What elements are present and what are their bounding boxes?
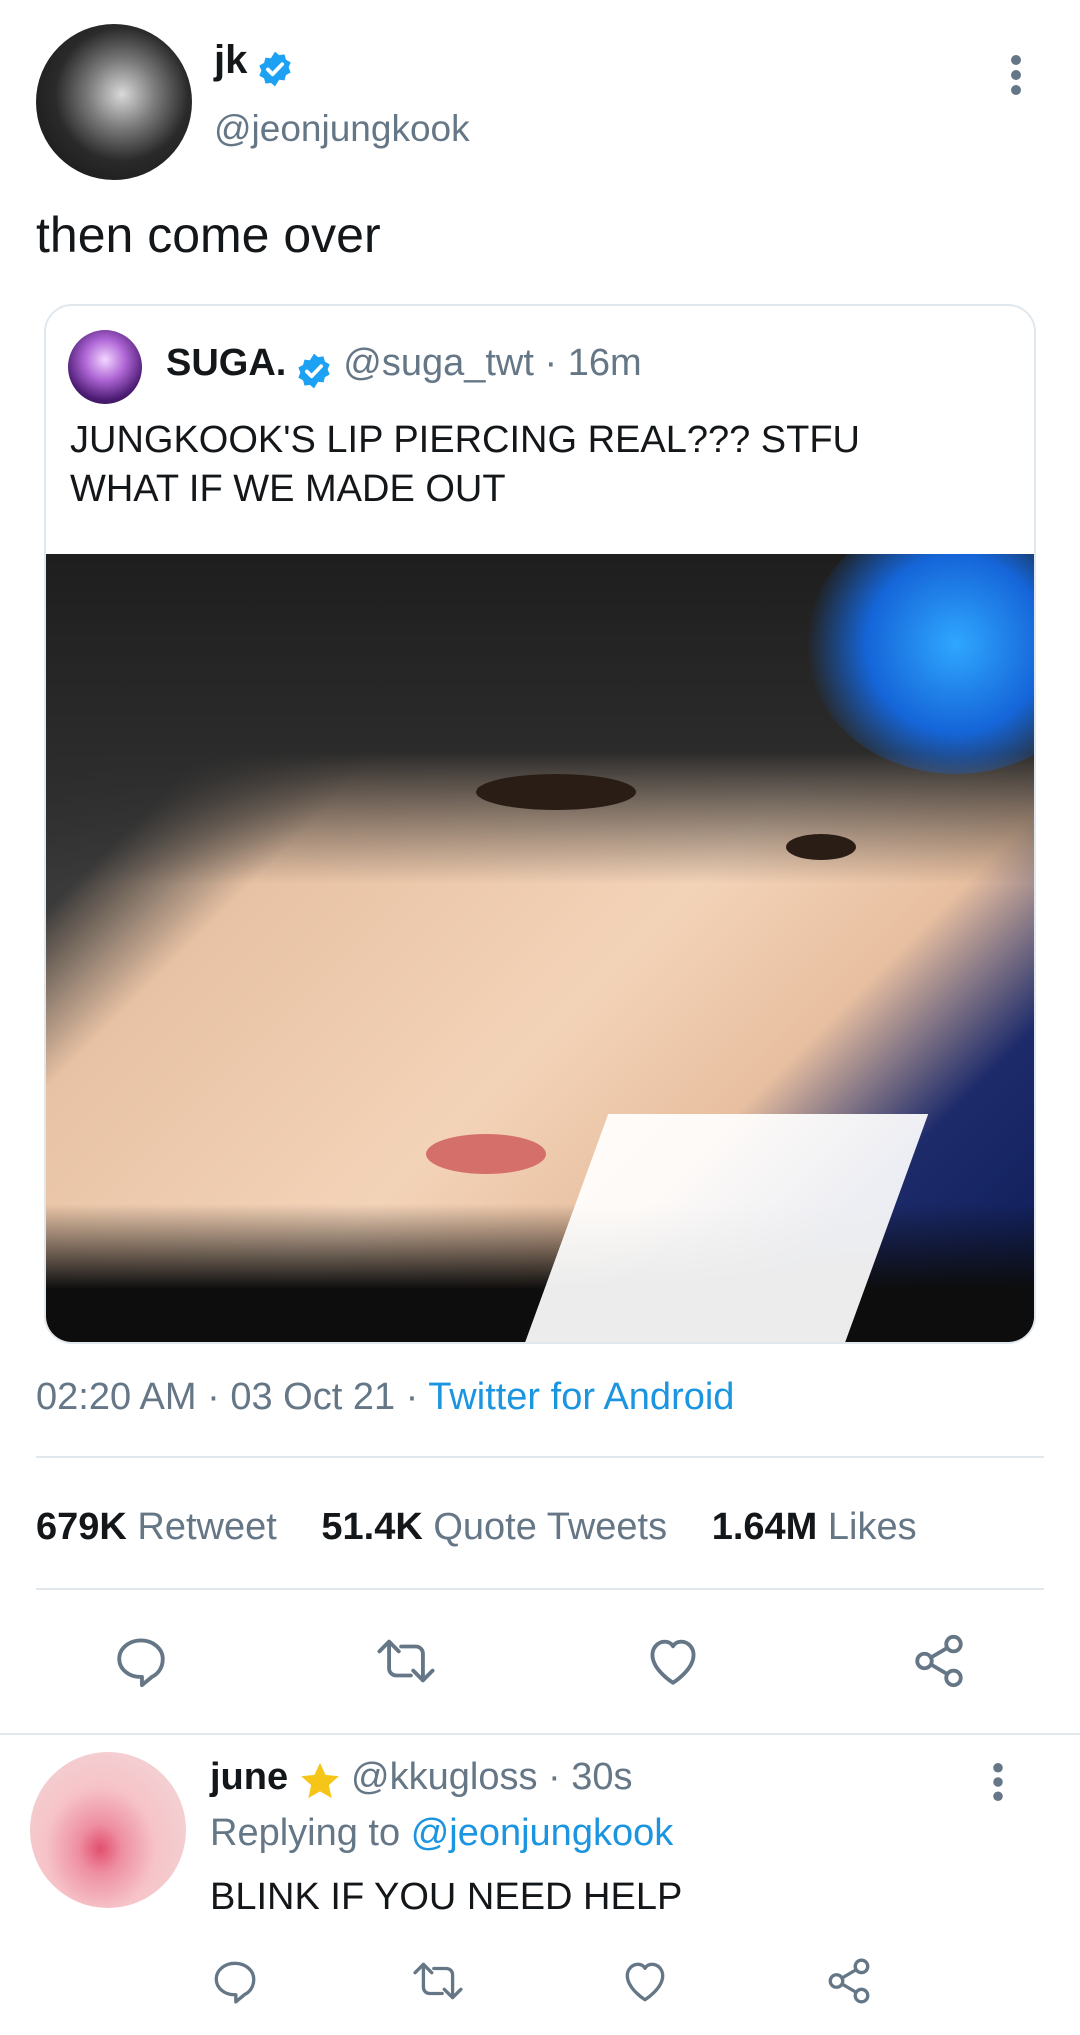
like-icon[interactable]: [644, 1632, 702, 1690]
reply-author-avatar[interactable]: [30, 1752, 186, 1908]
quoted-author-avatar[interactable]: [68, 330, 142, 404]
tweet-timestamp: 02:20 AM · 03 Oct 21 ·: [36, 1376, 419, 1418]
author-name-row[interactable]: jk: [214, 38, 294, 88]
author-avatar[interactable]: [36, 24, 192, 180]
like-icon[interactable]: [620, 1956, 670, 2006]
replying-to-line: Replying to @jeonjungkook: [210, 1812, 673, 1855]
retweets-stat[interactable]: 679K Retweet: [36, 1506, 277, 1548]
quotes-stat[interactable]: 51.4K Quote Tweets: [321, 1506, 667, 1548]
quoted-text: JUNGKOOK'S LIP PIERCING REAL??? STFU WHA…: [70, 416, 860, 514]
share-icon[interactable]: [824, 1956, 874, 2006]
tweet-source-link[interactable]: Twitter for Android: [428, 1376, 734, 1418]
verified-icon: [256, 50, 294, 88]
star-icon: [297, 1759, 343, 1810]
stats-row: 679K Retweet 51.4K Quote Tweets 1.64M Li…: [36, 1506, 917, 1549]
retweet-icon[interactable]: [374, 1632, 438, 1690]
verified-icon: [295, 352, 333, 390]
likes-stat[interactable]: 1.64M Likes: [712, 1506, 917, 1548]
divider: [36, 1456, 1044, 1458]
replying-to-prefix: Replying to: [210, 1812, 401, 1854]
quoted-author-row: SUGA. @suga_twt · 16m: [166, 342, 642, 390]
reply-icon[interactable]: [112, 1632, 170, 1690]
quoted-text-line-1: JUNGKOOK'S LIP PIERCING REAL??? STFU: [70, 419, 861, 461]
divider: [0, 1733, 1080, 1735]
quoted-author-handle: @suga_twt · 16m: [343, 342, 642, 384]
reply-header: june @kkugloss · 30s: [210, 1756, 633, 1810]
replying-to-link[interactable]: @jeonjungkook: [411, 1812, 674, 1854]
quoted-tweet-card[interactable]: SUGA. @suga_twt · 16m JUNGKOOK'S LIP PIE…: [44, 304, 1036, 1344]
quoted-author-name: SUGA.: [166, 342, 287, 384]
reply-author-handle[interactable]: @kkugloss · 30s: [351, 1756, 632, 1798]
divider: [36, 1588, 1044, 1590]
tweet-text: then come over: [36, 207, 381, 263]
reply-author-name[interactable]: june: [210, 1756, 288, 1798]
quoted-photo[interactable]: [46, 554, 1034, 1342]
share-icon[interactable]: [910, 1632, 968, 1690]
reply-text: BLINK IF YOU NEED HELP: [210, 1876, 683, 1918]
quoted-text-line-2: WHAT IF WE MADE OUT: [70, 468, 506, 510]
author-handle[interactable]: @jeonjungkook: [214, 108, 470, 150]
retweet-icon[interactable]: [410, 1956, 466, 2006]
more-vert-icon[interactable]: [988, 1762, 1008, 1802]
more-vert-icon[interactable]: [1006, 54, 1026, 96]
author-name[interactable]: jk: [214, 38, 247, 82]
reply-icon[interactable]: [210, 1956, 260, 2006]
tweet-meta: 02:20 AM · 03 Oct 21 · Twitter for Andro…: [36, 1376, 734, 1419]
